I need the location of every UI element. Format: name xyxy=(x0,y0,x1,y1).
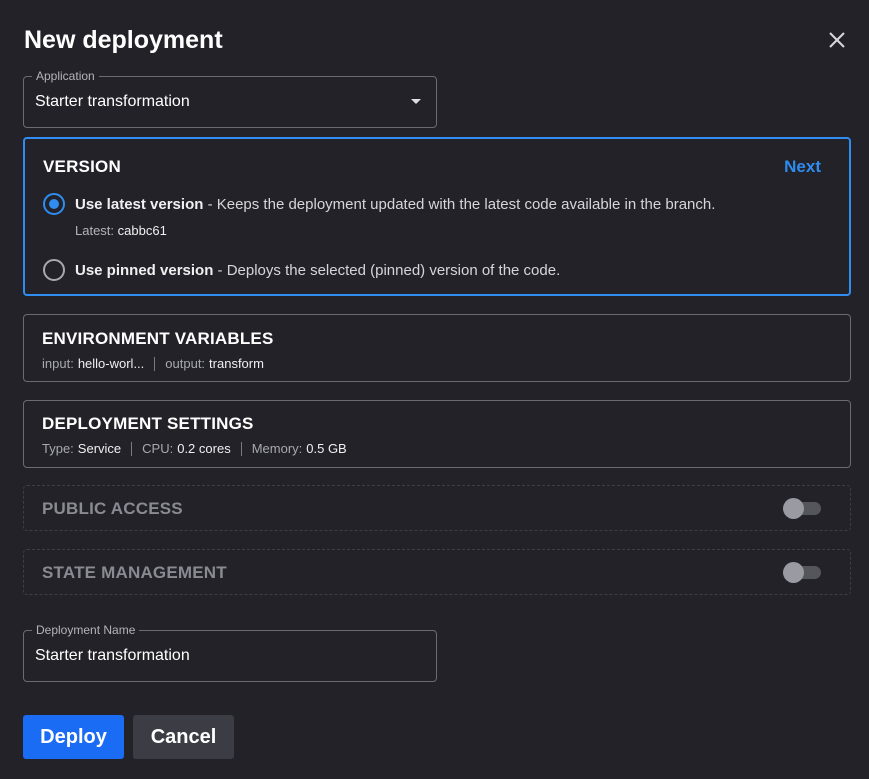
deployment-settings-section[interactable]: DEPLOYMENT SETTINGS Type: Service CPU: 0… xyxy=(23,400,851,468)
latest-label: Latest: xyxy=(75,223,114,238)
memory-value: 0.5 GB xyxy=(306,441,346,456)
latest-version-description: - Keeps the deployment updated with the … xyxy=(203,196,715,213)
divider xyxy=(131,442,132,456)
version-title: VERSION xyxy=(43,157,121,177)
radio-checked-icon[interactable] xyxy=(43,193,65,215)
state-management-title: STATE MANAGEMENT xyxy=(42,563,227,583)
deployment-name-field[interactable]: Deployment Name Starter transformation xyxy=(23,630,437,682)
caret-down-icon xyxy=(411,99,421,104)
memory-key: Memory: xyxy=(252,441,303,456)
cancel-button[interactable]: Cancel xyxy=(133,715,234,759)
environment-variables-section[interactable]: ENVIRONMENT VARIABLES input: hello-worl.… xyxy=(23,314,851,382)
application-value: Starter transformation xyxy=(35,93,190,111)
env-output-key: output: xyxy=(165,356,205,371)
type-value: Service xyxy=(78,441,121,456)
cpu-value: 0.2 cores xyxy=(177,441,230,456)
toggle-knob xyxy=(783,498,804,519)
application-select[interactable]: Application Starter transformation xyxy=(23,76,437,128)
env-input-value: hello-worl... xyxy=(78,356,144,371)
radio-unchecked-icon[interactable] xyxy=(43,259,65,281)
application-label: Application xyxy=(32,69,99,83)
radio-latest-version[interactable]: Use latest version - Keeps the deploymen… xyxy=(43,193,715,215)
pinned-version-label: Use pinned version xyxy=(75,262,213,279)
public-access-section: PUBLIC ACCESS xyxy=(23,485,851,531)
state-management-section: STATE MANAGEMENT xyxy=(23,549,851,595)
environment-variables-title: ENVIRONMENT VARIABLES xyxy=(42,329,274,349)
deployment-name-value[interactable]: Starter transformation xyxy=(35,647,190,665)
state-management-toggle[interactable] xyxy=(783,562,823,582)
env-output-value: transform xyxy=(209,356,264,371)
environment-variables-summary: input: hello-worl... output: transform xyxy=(42,356,264,371)
divider xyxy=(241,442,242,456)
latest-version-label: Use latest version xyxy=(75,196,203,213)
env-input-key: input: xyxy=(42,356,74,371)
deployment-settings-title: DEPLOYMENT SETTINGS xyxy=(42,414,254,434)
cpu-key: CPU: xyxy=(142,441,173,456)
type-key: Type: xyxy=(42,441,74,456)
latest-value: cabbc61 xyxy=(118,223,167,238)
latest-commit: Latest: cabbc61 xyxy=(75,223,167,238)
pinned-version-description: - Deploys the selected (pinned) version … xyxy=(213,262,560,279)
deployment-settings-summary: Type: Service CPU: 0.2 cores Memory: 0.5… xyxy=(42,441,347,456)
toggle-knob xyxy=(783,562,804,583)
deploy-button[interactable]: Deploy xyxy=(23,715,124,759)
public-access-title: PUBLIC ACCESS xyxy=(42,499,183,519)
close-icon[interactable] xyxy=(826,29,848,51)
radio-pinned-version[interactable]: Use pinned version - Deploys the selecte… xyxy=(43,259,560,281)
deployment-name-label: Deployment Name xyxy=(32,623,139,637)
divider xyxy=(154,357,155,371)
page-title: New deployment xyxy=(24,26,223,55)
version-section: VERSION Next Use latest version - Keeps … xyxy=(23,137,851,296)
next-link[interactable]: Next xyxy=(784,157,821,177)
public-access-toggle[interactable] xyxy=(783,498,823,518)
